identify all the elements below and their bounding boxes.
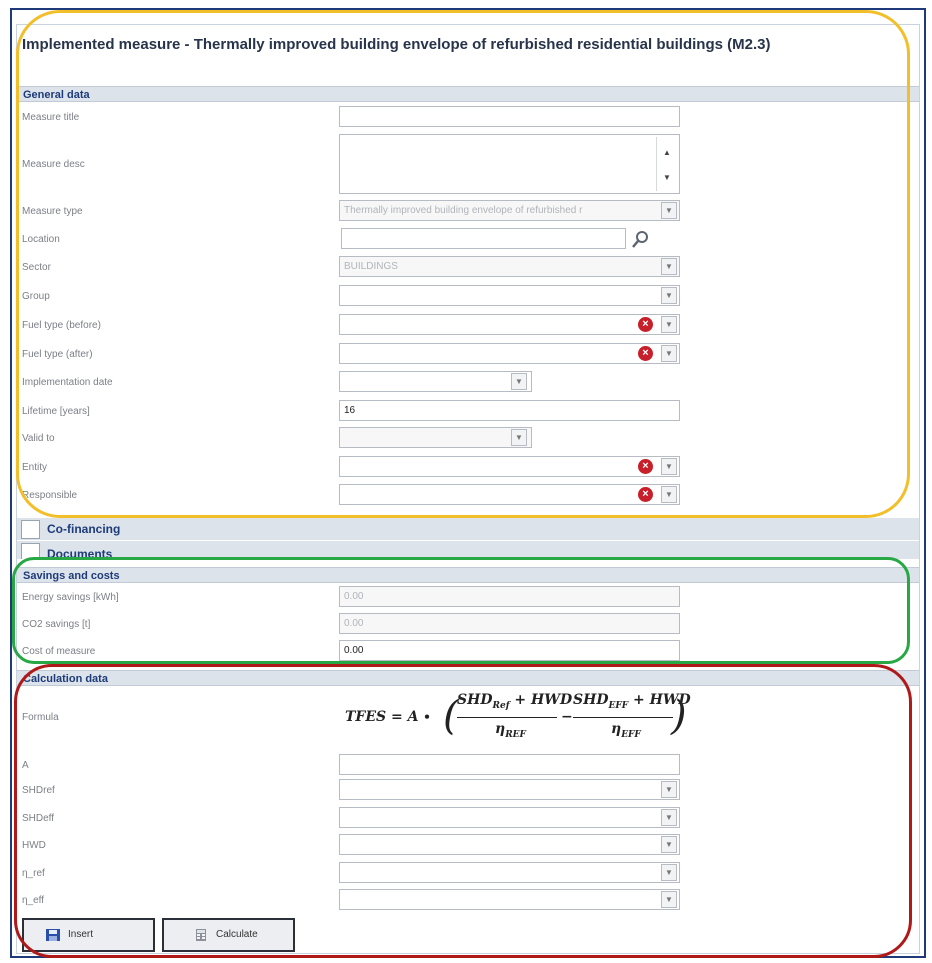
chevron-down-icon[interactable]: ▼: [511, 373, 527, 390]
measure-title-label: Measure title: [22, 112, 80, 123]
formula-minus: −: [561, 709, 573, 725]
sector-select[interactable]: BUILDINGS: [339, 256, 680, 277]
scroll-down-icon[interactable]: ▼: [663, 168, 671, 187]
calculator-icon: [196, 929, 206, 941]
hwd-select[interactable]: [339, 834, 680, 855]
paren-right: ): [671, 693, 687, 739]
energy-savings-label: Energy savings [kWh]: [22, 592, 119, 603]
textarea-scrollbar[interactable]: ▲ ▼: [656, 137, 677, 191]
cost-value: 0.00: [344, 645, 364, 656]
clear-icon[interactable]: ×: [638, 317, 653, 332]
chevron-down-icon[interactable]: ▼: [511, 429, 527, 446]
chevron-down-icon[interactable]: ▼: [661, 458, 677, 475]
lifetime-value: 16: [344, 405, 356, 416]
energy-savings-value: 0.00: [344, 591, 364, 602]
shdref-label: SHDref: [22, 785, 55, 796]
impl-date-label: Implementation date: [22, 377, 113, 388]
section-header-calc: Calculation data: [17, 670, 919, 686]
expand-toggle[interactable]: [21, 520, 40, 539]
clear-icon[interactable]: ×: [638, 459, 653, 474]
group-select[interactable]: [339, 285, 680, 306]
save-icon: [46, 929, 60, 941]
chevron-down-icon[interactable]: ▼: [661, 809, 677, 826]
chevron-down-icon[interactable]: ▼: [661, 258, 677, 275]
nref-label: η_ref: [22, 868, 45, 879]
sector-label: Sector: [22, 262, 51, 273]
measure-desc-label: Measure desc: [22, 159, 85, 170]
lifetime-label: Lifetime [years]: [22, 406, 90, 417]
entity-select[interactable]: [339, 456, 680, 477]
hwd-label: HWD: [22, 840, 46, 851]
formula-numerator-1: SHDRef + HWD: [457, 692, 573, 711]
shdref-select[interactable]: [339, 779, 680, 800]
chevron-down-icon[interactable]: ▼: [661, 486, 677, 503]
measure-type-select[interactable]: Thermally improved building envelope of …: [339, 200, 680, 221]
fuel-before-select[interactable]: [339, 314, 680, 335]
shdeff-label: SHDeff: [22, 813, 55, 824]
co2-savings-label: CO2 savings [t]: [22, 619, 91, 630]
clear-icon[interactable]: ×: [638, 346, 653, 361]
entity-label: Entity: [22, 462, 48, 473]
measure-desc-textarea[interactable]: ▲ ▼: [339, 134, 680, 194]
co2-savings-input[interactable]: 0.00: [339, 613, 680, 634]
responsible-label: Responsible: [22, 490, 78, 501]
calculate-button-label: Calculate: [216, 929, 258, 940]
section-header-general: General data: [17, 86, 919, 102]
formula-display: TFES = A ∙ ( SHDRef + HWD ηREF − SHDEFF …: [345, 690, 691, 746]
scroll-up-icon[interactable]: ▲: [663, 143, 671, 162]
co2-savings-value: 0.00: [344, 618, 364, 629]
chevron-down-icon[interactable]: ▼: [661, 316, 677, 333]
chevron-down-icon[interactable]: ▼: [661, 345, 677, 362]
lifetime-input[interactable]: 16: [339, 400, 680, 421]
chevron-down-icon[interactable]: ▼: [661, 836, 677, 853]
fraction-bar-2: [573, 717, 673, 718]
expander-documents[interactable]: Documents: [17, 541, 919, 559]
chevron-down-icon[interactable]: ▼: [661, 287, 677, 304]
a-label: A: [22, 760, 29, 771]
valid-to-picker[interactable]: [339, 427, 532, 448]
shdeff-select[interactable]: [339, 807, 680, 828]
valid-to-label: Valid to: [22, 433, 55, 444]
measure-type-value: Thermally improved building envelope of …: [344, 205, 583, 216]
expand-toggle[interactable]: [21, 543, 40, 559]
location-input[interactable]: [341, 228, 626, 249]
nref-select[interactable]: [339, 862, 680, 883]
formula-denominator-1: ηREF: [495, 721, 526, 740]
clear-icon[interactable]: ×: [638, 487, 653, 502]
cost-input[interactable]: 0.00: [339, 640, 680, 661]
group-label: Group: [22, 291, 50, 302]
insert-button-label: Insert: [68, 929, 94, 940]
formula-denominator-2: ηEFF: [611, 721, 641, 740]
chevron-down-icon[interactable]: ▼: [661, 864, 677, 881]
energy-savings-input[interactable]: 0.00: [339, 586, 680, 607]
search-icon[interactable]: [630, 230, 650, 250]
location-label: Location: [22, 234, 60, 245]
expander-cofinancing[interactable]: Co-financing: [17, 518, 919, 540]
fuel-after-select[interactable]: [339, 343, 680, 364]
formula-lhs: TFES = A ∙: [345, 709, 431, 725]
a-input[interactable]: [339, 754, 680, 775]
neff-select[interactable]: [339, 889, 680, 910]
chevron-down-icon[interactable]: ▼: [661, 891, 677, 908]
measure-type-label: Measure type: [22, 206, 83, 217]
expander-documents-label: Documents: [47, 547, 113, 559]
sector-value: BUILDINGS: [344, 261, 398, 272]
impl-date-picker[interactable]: [339, 371, 532, 392]
neff-label: η_eff: [22, 895, 45, 906]
fuel-before-label: Fuel type (before): [22, 320, 101, 331]
expander-cofinancing-label: Co-financing: [47, 522, 121, 536]
calculate-button[interactable]: Calculate: [162, 918, 295, 952]
measure-title-input[interactable]: [339, 106, 680, 127]
fuel-after-label: Fuel type (after): [22, 349, 93, 360]
insert-button[interactable]: Insert: [22, 918, 155, 952]
chevron-down-icon[interactable]: ▼: [661, 202, 677, 219]
cost-label: Cost of measure: [22, 646, 96, 657]
chevron-down-icon[interactable]: ▼: [661, 781, 677, 798]
fraction-bar-1: [457, 717, 557, 718]
responsible-select[interactable]: [339, 484, 680, 505]
formula-label: Formula: [22, 712, 59, 723]
page-title: Implemented measure - Thermally improved…: [22, 36, 771, 53]
section-header-savings: Savings and costs: [17, 567, 919, 583]
